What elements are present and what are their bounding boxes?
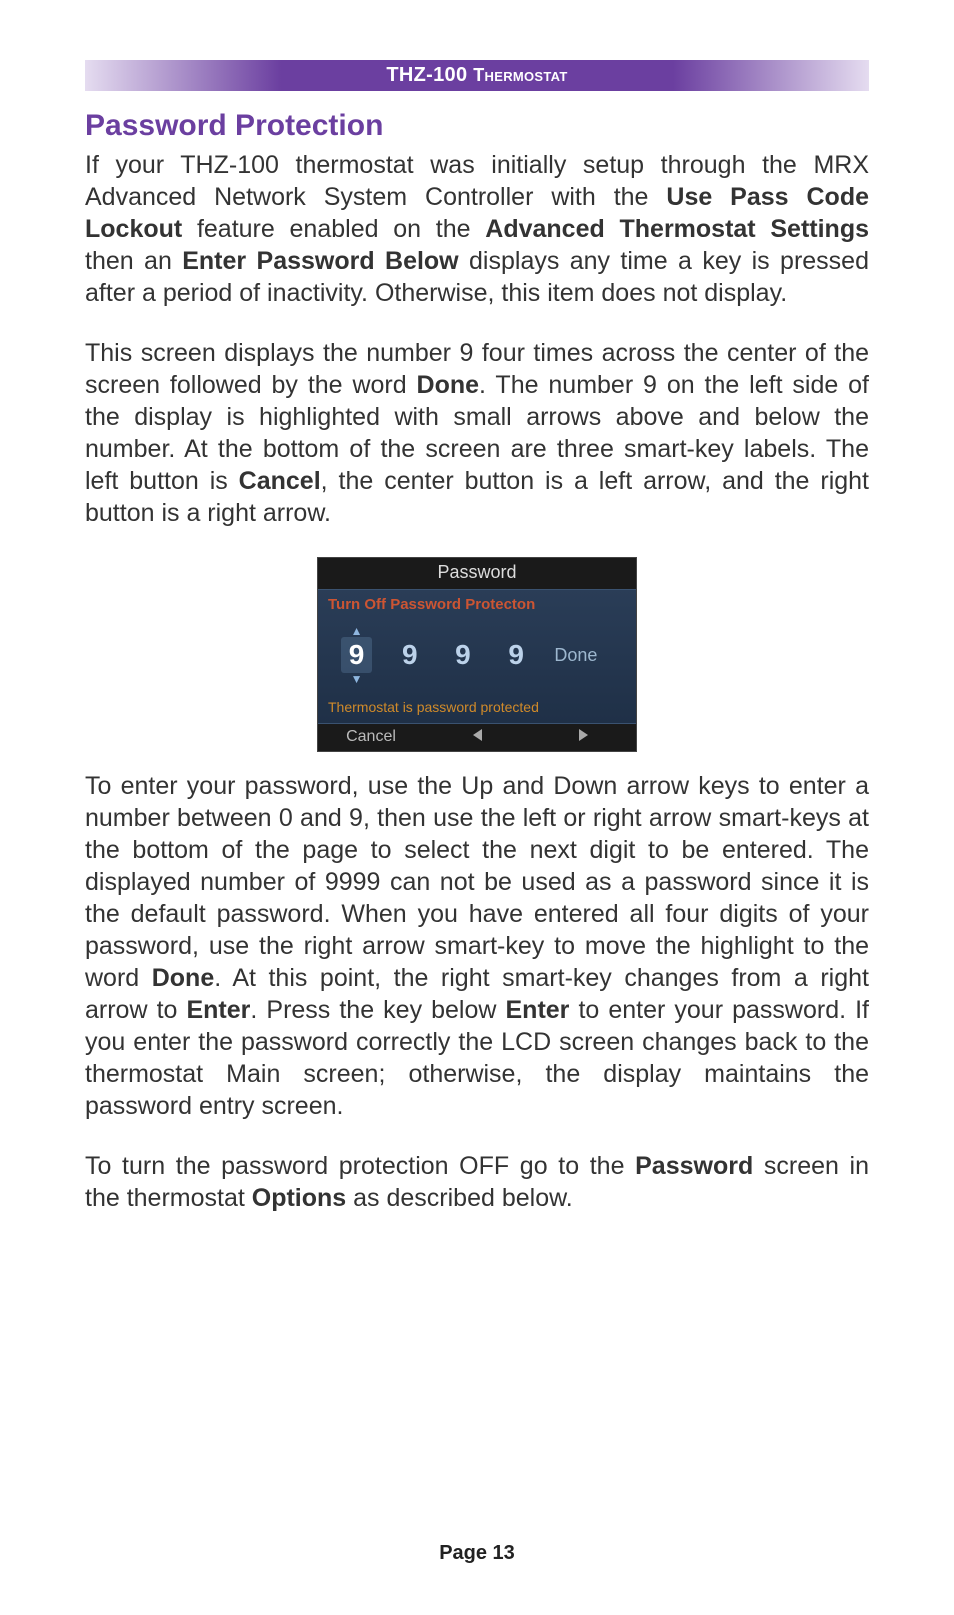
bold-text: Password: [635, 1152, 753, 1180]
left-arrow-button[interactable]: [424, 728, 530, 746]
cancel-button[interactable]: Cancel: [318, 728, 424, 746]
device-softkeys: Cancel: [318, 724, 636, 751]
digit-1[interactable]: ▲ 9 ▼: [336, 625, 378, 685]
right-arrow-button[interactable]: [530, 728, 636, 746]
header-product: THZ-100: [386, 64, 467, 86]
device-screenshot: Password Turn Off Password Protecton ▲ 9…: [85, 557, 869, 752]
bold-text: Enter: [186, 996, 250, 1024]
paragraph-4: To turn the password protection OFF go t…: [85, 1150, 869, 1214]
bold-text: Advanced Thermostat Settings: [485, 215, 869, 243]
text: feature enabled on the: [182, 215, 485, 243]
arrow-down-icon[interactable]: ▼: [351, 673, 363, 685]
bold-text: Enter: [506, 996, 570, 1024]
text: then an: [85, 247, 182, 275]
password-digits-row: ▲ 9 ▼ ▲ 9 ▼ ▲ 9 ▼ ▲: [324, 621, 630, 689]
digit-value: 9: [394, 637, 426, 673]
page-header: THZ-100 Thermostat: [85, 60, 869, 91]
device-panel: Turn Off Password Protecton ▲ 9 ▼ ▲ 9 ▼ …: [318, 589, 636, 724]
digit-value: 9: [341, 637, 373, 673]
bold-text: Cancel: [239, 467, 321, 495]
digit-3[interactable]: ▲ 9 ▼: [442, 625, 484, 685]
bold-text: Done: [417, 371, 480, 399]
device-title: Password: [318, 558, 636, 589]
bold-text: Done: [152, 964, 215, 992]
page-number: Page 13: [0, 1542, 954, 1565]
paragraph-1: If your THZ-100 thermostat was initially…: [85, 149, 869, 309]
done-label[interactable]: Done: [548, 645, 618, 666]
thermostat-password-screen: Password Turn Off Password Protecton ▲ 9…: [317, 557, 637, 752]
digit-value: 9: [447, 637, 479, 673]
paragraph-3: To enter your password, use the Up and D…: [85, 770, 869, 1122]
bold-text: Enter Password Below: [182, 247, 458, 275]
text: . Press the key below: [250, 996, 505, 1024]
section-heading: Password Protection: [85, 109, 869, 143]
arrow-up-icon[interactable]: ▲: [351, 625, 363, 637]
header-suffix: Thermostat: [473, 65, 567, 85]
paragraph-2: This screen displays the number 9 four t…: [85, 337, 869, 529]
digit-4[interactable]: ▲ 9 ▼: [495, 625, 537, 685]
text: To enter your password, use the Up and D…: [85, 772, 869, 992]
device-subtitle: Turn Off Password Protecton: [324, 594, 630, 621]
device-status: Thermostat is password protected: [324, 689, 630, 719]
text: To turn the password protection OFF go t…: [85, 1152, 635, 1180]
text: as described below.: [346, 1184, 573, 1212]
right-arrow-icon: [579, 729, 588, 741]
digit-2[interactable]: ▲ 9 ▼: [389, 625, 431, 685]
digit-value: 9: [500, 637, 532, 673]
bold-text: Options: [252, 1184, 346, 1212]
left-arrow-icon: [473, 729, 482, 741]
